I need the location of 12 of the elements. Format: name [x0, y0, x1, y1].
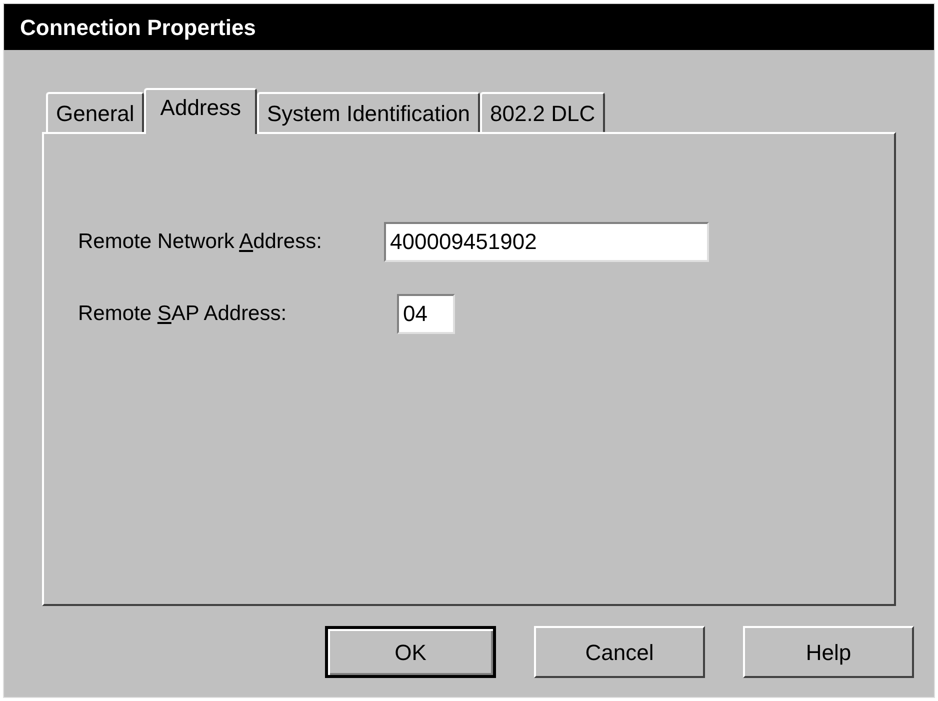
- field-label: Remote SAP Address:: [78, 301, 288, 328]
- input-field[interactable]: 04: [397, 294, 455, 334]
- tab[interactable]: System Identification: [257, 92, 480, 132]
- tab[interactable]: 802.2 DLC: [480, 92, 606, 132]
- tab[interactable]: Address: [144, 88, 257, 134]
- tab[interactable]: General: [46, 92, 144, 132]
- field-label: Remote Network Address:: [78, 229, 323, 256]
- dialog-button[interactable]: Help: [743, 626, 914, 678]
- dialog-button[interactable]: Cancel: [534, 626, 705, 678]
- dialog-button[interactable]: OK: [325, 626, 496, 678]
- window-title: Connection Properties: [20, 14, 256, 42]
- input-field[interactable]: 400009451902: [384, 222, 709, 262]
